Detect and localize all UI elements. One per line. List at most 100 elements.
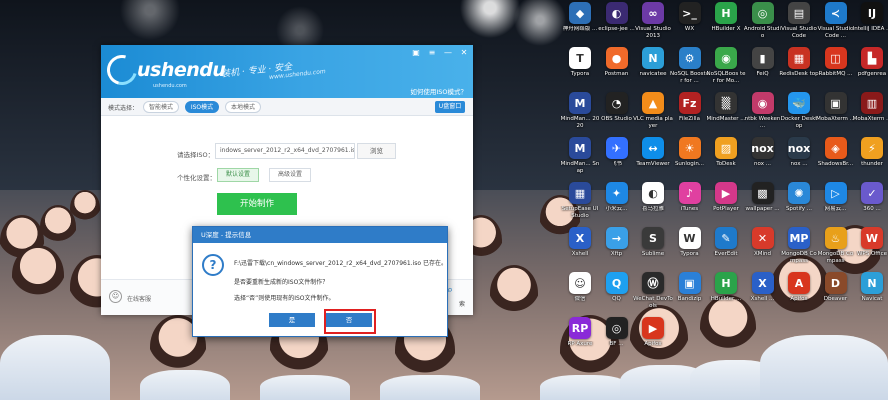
desktop-icon-mobaxterm[interactable]: ▣ MobaXterm ... <box>816 92 856 123</box>
desktop-icon-ntbk[interactable]: ◉ ntbk Weeken ... <box>743 92 783 129</box>
desktop-icon-sunlogin[interactable]: ☀ Sunlogin... <box>670 137 710 168</box>
menu-icon[interactable]: ≡ <box>427 48 437 58</box>
desktop-icon-label: FileZilla <box>679 116 700 122</box>
desktop-icon-feiq[interactable]: ▮ FeiQ <box>743 47 783 78</box>
desktop-icon-mindmanager[interactable]: M MindMan... Snap <box>560 137 600 174</box>
search-label[interactable]: 索 <box>459 299 465 308</box>
desktop-icon-android-studio[interactable]: ◎ Android Studio <box>743 2 783 39</box>
desktop-icon-shadowsbr[interactable]: ◈ ShadowsBr... <box>816 137 856 168</box>
desktop-icon-mindmaster[interactable]: ▒ MindMaster ... <box>706 92 746 123</box>
desktop-icon-hbuilder[interactable]: H HBuilder X <box>706 2 746 33</box>
desktop-icon-sublime[interactable]: S Sublime <box>633 227 673 258</box>
mode-iso-button[interactable]: ISO模式 <box>185 101 219 113</box>
desktop-icon-label: PotPlayer <box>713 206 739 212</box>
desktop-icon-mobaxterm[interactable]: ▥ MobaXterm ... <box>852 92 888 123</box>
desktop-icon-obs[interactable]: ◔ OBS Studio <box>597 92 637 123</box>
desktop-icon-label: BF ... <box>609 341 624 347</box>
desktop-icon-setup[interactable]: ▦ SetupEase UI Studio <box>560 182 600 219</box>
desktop-icon-spotify[interactable]: ✺ Spotify ... <box>779 182 819 213</box>
desktop-icon-nosqlbooster[interactable]: ⚙ NoSQL Booster for ... <box>670 47 710 84</box>
desktop-icon-netease[interactable]: ▷ 网易云... <box>816 182 856 213</box>
desktop-icon-wallpaper[interactable]: ▩ wallpaper ... <box>743 182 783 213</box>
desktop-icon-apifox[interactable]: A Apifox <box>779 272 819 303</box>
desktop-icon-safe[interactable]: ✓ 360 ... <box>852 182 888 213</box>
desktop-icon-todesk[interactable]: ▨ ToDesk <box>706 137 746 168</box>
desktop-icon-potplayer[interactable]: ▶ PotPlayer <box>706 182 746 213</box>
desktop-icon-itunes[interactable]: ♪ iTunes <box>670 182 710 213</box>
desktop-icon-pdf[interactable]: ▙ pdfgenrea <box>852 47 888 78</box>
mindmaster-icon: ▒ <box>715 92 737 114</box>
desktop-icon-wechat[interactable]: ☺ 微信 <box>560 272 600 303</box>
desktop-icon-intellij[interactable]: IJ IntelliJ IDEA ... <box>852 2 888 33</box>
desktop-icon-docker[interactable]: 🐳 Docker Desktop <box>779 92 819 129</box>
headset-icon[interactable]: ☺ <box>109 290 122 303</box>
desktop-icon-wx[interactable]: >_ WX <box>670 2 710 33</box>
default-settings-button[interactable]: 默认设置 <box>217 168 259 182</box>
desktop-icon-navicat[interactable]: Nnavicatee <box>633 47 673 78</box>
desktop-icon-vscode[interactable]: ▤ Visual Studio Code <box>779 2 819 39</box>
apifox-icon: ▶ <box>642 317 664 339</box>
wechat-icon: ☺ <box>569 272 591 294</box>
desktop-icon-rp[interactable]: RP RP Axure <box>560 317 600 348</box>
desktop-icon-mi[interactable]: ✦ 小米云... <box>597 182 637 213</box>
desktop-icon-label: QQ <box>612 296 621 302</box>
desktop-icon-typora[interactable]: T Typora <box>560 47 600 78</box>
desktop-icon-hbuilder[interactable]: H HBuilder ... <box>706 272 746 303</box>
desktop-icon-bandizip[interactable]: ▣ Bandizip <box>670 272 710 303</box>
desktop-icon-typora[interactable]: W Typora <box>670 227 710 258</box>
yes-button[interactable]: 是 <box>269 313 315 327</box>
desktop-icon-nox[interactable]: nox nox ... <box>779 137 819 168</box>
desktop-icon-mpc[interactable]: MP MongoDB Compass <box>779 227 819 264</box>
desktop-icon-hp[interactable]: ◆ 神舟网络版 ... <box>560 2 600 33</box>
start-making-button[interactable]: 开始制作 <box>217 193 297 215</box>
vscode-icon: ≺ <box>824 2 847 24</box>
desktop-icon-rabbitmq[interactable]: ◫ RabbitMQ ... <box>816 47 856 78</box>
desktop-icon-qq[interactable]: Q QQ <box>597 272 637 303</box>
iso-path-input[interactable]: indows_server_2012_r2_x64_dvd_2707961.is… <box>215 143 355 159</box>
desktop-icon-bf[interactable]: ◎ BF ... <box>597 317 637 348</box>
desktop-icon-redis[interactable]: ▦ RedisDesk top <box>779 47 819 78</box>
desktop-icon-ximalaya[interactable]: ◐ 喜马拉雅 <box>633 182 673 213</box>
browse-button[interactable]: 浏览 <box>357 143 396 159</box>
desktop-icon-label: MongoDB Compass <box>817 251 854 264</box>
desktop-icon-visual-studio[interactable]: ∞ Visual Studio 2013 <box>633 2 673 39</box>
desktop-icon-vscode[interactable]: ≺ Visual Studio Code ... <box>816 2 856 39</box>
desktop-icon-label: WPS Office <box>856 251 888 257</box>
desktop-icon-eclipse[interactable]: ◐ eclipse-jee ... <box>597 2 637 33</box>
search-icon[interactable]: ⌕ <box>447 283 461 297</box>
desktop-icon-vlc[interactable]: ▲ VLC media player <box>633 92 673 129</box>
desktop-icon-mongodb[interactable]: ♨ MongoDB Compass <box>816 227 856 264</box>
desktop-icon-dbeaver[interactable]: D Dbeaver <box>816 272 856 303</box>
close-icon[interactable]: ✕ <box>459 48 469 58</box>
desktop-icon-grid: ◆ 神舟网络版 ... ◐ eclipse-jee ... ∞ Visual Studio… <box>560 2 888 348</box>
settings-icon[interactable]: ▣ <box>411 48 421 58</box>
desktop-icon-feishu[interactable]: ✈ 飞书 <box>597 137 637 168</box>
desktop-icon-teamviewer[interactable]: ↔ TeamViewer <box>633 137 673 168</box>
desktop-icon-xftp[interactable]: → Xftp <box>597 227 637 258</box>
mode-smart-button[interactable]: 智能模式 <box>143 101 179 113</box>
desktop-icon-wps[interactable]: W WPS Office <box>852 227 888 258</box>
desktop-icon-thunder[interactable]: ⚡ thunder <box>852 137 888 168</box>
desktop-icon-label: MobaXterm ... <box>852 116 888 122</box>
desktop-icon-postman[interactable]: ● Postman <box>597 47 637 78</box>
minimize-icon[interactable]: — <box>443 48 453 58</box>
ximalaya-icon: ◐ <box>642 182 664 204</box>
mode-local-button[interactable]: 本地模式 <box>225 101 261 113</box>
desktop-icon-xshell[interactable]: X Xshell <box>560 227 600 258</box>
desktop-icon-xmind[interactable]: ✕ XMind <box>743 227 783 258</box>
help-link[interactable]: 如何使用ISO模式？ <box>410 86 467 96</box>
desktop-icon-mindmanager[interactable]: M MindMan... 2020 <box>560 92 600 129</box>
desktop-icon-xshell[interactable]: X Xshell ... <box>743 272 783 303</box>
desktop-icon-apifox[interactable]: ▶ Apifox <box>633 317 673 348</box>
usb-window-button[interactable]: U盘窗口 <box>435 101 465 113</box>
desktop-icon-navicat[interactable]: N Navicat <box>852 272 888 303</box>
desktop-icon-nox[interactable]: nox nox ... <box>743 137 783 168</box>
desktop-icon-nosqlbooster[interactable]: ◉ NoSQLBoos ter for Mo... <box>706 47 746 84</box>
desktop-icon-devtools[interactable]: Ⓦ WeChat DevTools <box>633 272 673 309</box>
no-button-highlight <box>324 309 376 334</box>
advanced-settings-button[interactable]: 高级设置 <box>269 168 311 182</box>
desktop-icon-filezilla[interactable]: Fz FileZilla <box>670 92 710 123</box>
customer-service-link[interactable]: 在线客服 <box>127 294 151 303</box>
teamviewer-icon: ↔ <box>642 137 664 159</box>
desktop-icon-everedit[interactable]: ✎ EverEdit <box>706 227 746 258</box>
